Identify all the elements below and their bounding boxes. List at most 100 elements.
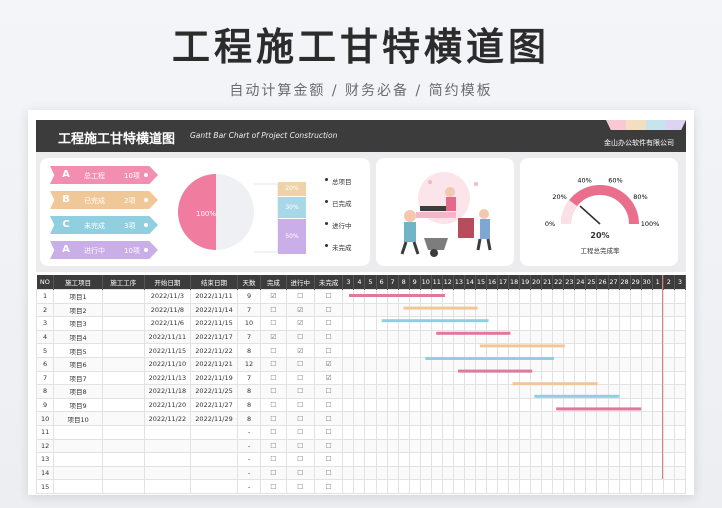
column-header[interactable]: 开始日期 bbox=[144, 275, 192, 290]
status-checkbox[interactable]: ☐ bbox=[285, 411, 315, 426]
status-checkbox[interactable]: ☐ bbox=[260, 452, 287, 467]
gantt-cell bbox=[596, 316, 609, 331]
status-checkbox[interactable]: ☐ bbox=[285, 370, 315, 386]
gantt-cell bbox=[408, 424, 421, 440]
column-header[interactable]: 天数 bbox=[237, 275, 262, 290]
status-checkbox[interactable]: ☐ bbox=[313, 343, 344, 358]
gantt-cell bbox=[585, 452, 598, 467]
table-cell: 项目5 bbox=[53, 343, 103, 358]
status-checkbox[interactable]: ☐ bbox=[260, 316, 287, 331]
status-checkbox[interactable]: ☐ bbox=[313, 289, 344, 304]
status-checkbox[interactable]: ☐ bbox=[313, 438, 344, 454]
table-cell: 1 bbox=[35, 289, 55, 304]
gantt-cell bbox=[342, 356, 355, 372]
column-header[interactable]: 完成 bbox=[260, 275, 287, 290]
gantt-cell bbox=[441, 411, 454, 426]
gantt-cell bbox=[530, 479, 543, 494]
column-header[interactable]: 进行中 bbox=[286, 275, 315, 290]
status-checkbox[interactable]: ☐ bbox=[260, 356, 287, 372]
table-cell bbox=[190, 465, 238, 481]
gantt-cell bbox=[375, 397, 388, 413]
status-checkbox[interactable]: ☐ bbox=[285, 438, 315, 454]
status-checkbox[interactable]: ☐ bbox=[260, 411, 287, 426]
gantt-cell bbox=[452, 302, 465, 318]
day-header: 20 bbox=[530, 275, 543, 290]
gantt-cell bbox=[386, 302, 399, 318]
status-checkbox[interactable]: ☐ bbox=[285, 452, 315, 467]
summary-tag: B 已完成 2项 bbox=[50, 191, 158, 209]
stack-bar: 20% 30% 50% bbox=[278, 182, 306, 254]
gantt-cell bbox=[618, 343, 631, 358]
status-checkbox[interactable]: ☐ bbox=[260, 302, 287, 318]
day-header: 2 bbox=[663, 275, 675, 290]
gantt-cell bbox=[662, 479, 675, 494]
gantt-cell bbox=[386, 479, 399, 494]
gantt-cell bbox=[485, 452, 499, 467]
column-header[interactable]: 施工项目 bbox=[53, 275, 103, 290]
table-row: 10 项目10 2022/11/22 2022/11/29 8 ☐ ☐ ☐ bbox=[35, 411, 687, 426]
status-checkbox[interactable]: ☐ bbox=[313, 465, 344, 481]
column-header[interactable]: 施工工序 bbox=[102, 275, 145, 290]
column-header[interactable]: 未完成 bbox=[314, 275, 344, 290]
gantt-cell bbox=[662, 397, 675, 413]
status-checkbox[interactable]: ☑ bbox=[260, 289, 287, 304]
status-checkbox[interactable]: ☑ bbox=[313, 370, 344, 386]
status-checkbox[interactable]: ☐ bbox=[285, 329, 315, 345]
gantt-cell bbox=[497, 343, 510, 358]
status-checkbox[interactable]: ☐ bbox=[260, 424, 287, 440]
banner-subtitle: Gantt Bar Chart of Project Construction bbox=[190, 131, 338, 140]
status-checkbox[interactable]: ☐ bbox=[260, 438, 287, 454]
column-header[interactable]: NO bbox=[36, 275, 55, 290]
status-checkbox[interactable]: ☐ bbox=[285, 289, 315, 304]
gantt-cell bbox=[353, 289, 366, 304]
gantt-cell bbox=[585, 356, 598, 372]
table-cell: 10 bbox=[35, 411, 55, 426]
status-checkbox[interactable]: ☐ bbox=[260, 343, 287, 358]
table-cell: 2022/11/27 bbox=[190, 397, 238, 413]
status-checkbox[interactable]: ☐ bbox=[313, 479, 344, 494]
status-checkbox[interactable]: ☐ bbox=[313, 329, 344, 345]
gantt-cell bbox=[673, 424, 687, 440]
gantt-cell bbox=[585, 424, 598, 440]
status-checkbox[interactable]: ☐ bbox=[260, 370, 287, 386]
status-checkbox[interactable]: ☐ bbox=[285, 397, 315, 413]
status-checkbox[interactable]: ☐ bbox=[260, 465, 287, 481]
status-checkbox[interactable]: ☑ bbox=[285, 343, 315, 358]
status-checkbox[interactable]: ☐ bbox=[313, 384, 344, 399]
day-header: 12 bbox=[442, 275, 454, 290]
status-checkbox[interactable]: ☐ bbox=[313, 302, 344, 318]
column-header[interactable]: 结束日期 bbox=[190, 275, 238, 290]
status-checkbox[interactable]: ☐ bbox=[313, 424, 344, 440]
status-checkbox[interactable]: ☐ bbox=[260, 384, 287, 399]
gantt-cell bbox=[629, 329, 642, 345]
status-checkbox[interactable]: ☑ bbox=[260, 329, 287, 345]
gantt-cell bbox=[563, 384, 576, 399]
gantt-cell bbox=[397, 424, 410, 440]
status-checkbox[interactable]: ☐ bbox=[260, 479, 287, 494]
gantt-cell bbox=[596, 384, 609, 399]
status-checkbox[interactable]: ☑ bbox=[285, 316, 315, 331]
status-checkbox[interactable]: ☐ bbox=[285, 424, 315, 440]
gantt-cell bbox=[596, 370, 609, 386]
status-checkbox[interactable]: ☐ bbox=[260, 397, 287, 413]
day-header: 7 bbox=[387, 275, 399, 290]
gantt-cell bbox=[519, 302, 532, 318]
gantt-cell bbox=[364, 289, 377, 304]
gantt-cell bbox=[629, 452, 642, 467]
status-checkbox[interactable]: ☐ bbox=[313, 397, 344, 413]
status-checkbox[interactable]: ☑ bbox=[285, 302, 315, 318]
table-cell bbox=[101, 397, 145, 413]
gantt-cell bbox=[629, 479, 642, 494]
status-checkbox[interactable]: ☐ bbox=[285, 356, 315, 372]
status-checkbox[interactable]: ☐ bbox=[285, 479, 315, 494]
status-checkbox[interactable]: ☐ bbox=[313, 411, 344, 426]
status-checkbox[interactable]: ☐ bbox=[313, 452, 344, 467]
gantt-cell bbox=[452, 452, 465, 467]
gantt-cell bbox=[673, 343, 687, 358]
status-checkbox[interactable]: ☐ bbox=[313, 316, 344, 331]
gantt-cell bbox=[673, 356, 687, 372]
status-checkbox[interactable]: ☑ bbox=[313, 356, 344, 372]
status-checkbox[interactable]: ☐ bbox=[285, 384, 315, 399]
status-checkbox[interactable]: ☐ bbox=[285, 465, 315, 481]
gantt-cell bbox=[519, 397, 532, 413]
